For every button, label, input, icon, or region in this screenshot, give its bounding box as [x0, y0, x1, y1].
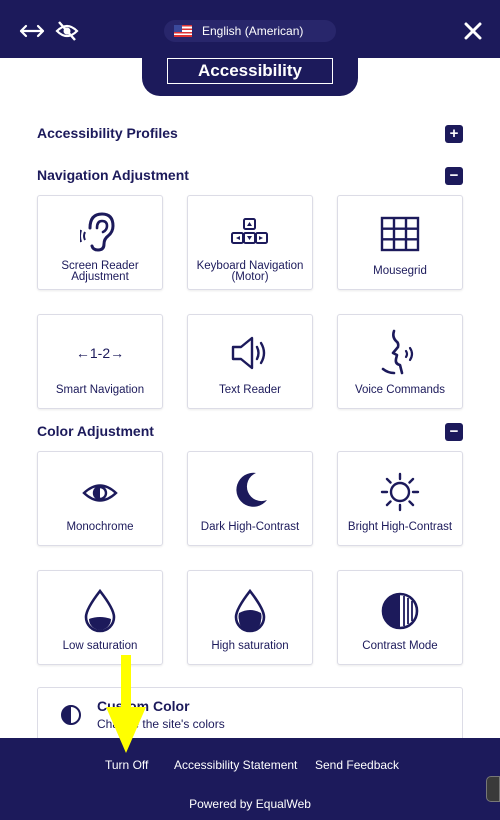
card-label: Text Reader — [218, 384, 281, 396]
card-label: Low saturation — [62, 640, 138, 652]
card-screen-reader[interactable]: Screen Reader Adjustment — [37, 195, 163, 290]
resize-arrows-icon[interactable] — [17, 16, 47, 46]
custom-color-title: Custom Color — [97, 698, 190, 714]
section-profiles-heading: Accessibility Profiles — [37, 125, 178, 141]
card-monochrome[interactable]: Monochrome — [37, 451, 163, 546]
section-navigation-heading: Navigation Adjustment — [37, 167, 189, 183]
send-feedback-link[interactable]: Send Feedback — [315, 758, 399, 772]
drop-low-icon — [38, 589, 162, 633]
turn-off-link[interactable]: Turn Off — [105, 758, 148, 772]
close-icon[interactable] — [458, 16, 488, 46]
expand-profiles-button[interactable]: + — [445, 125, 463, 143]
hide-eye-icon[interactable] — [52, 16, 82, 46]
card-keyboard-navigation[interactable]: Keyboard Navigation (Motor) — [187, 195, 313, 290]
language-selector[interactable]: English (American) — [164, 20, 336, 42]
scroll-handle[interactable] — [486, 776, 500, 802]
panel-content: Accessibility Accessibility Profiles + N… — [0, 58, 500, 738]
card-label: Monochrome — [66, 521, 134, 533]
card-text-reader[interactable]: Text Reader — [187, 314, 313, 409]
grid-icon — [338, 216, 462, 252]
accessibility-statement-link[interactable]: Accessibility Statement — [174, 758, 297, 772]
keyboard-icon — [188, 218, 312, 246]
card-contrast-mode[interactable]: Contrast Mode — [337, 570, 463, 665]
contrast-mode-icon — [338, 591, 462, 631]
card-label: Smart Navigation — [55, 384, 145, 396]
card-smart-navigation[interactable]: ←1-2→ Smart Navigation — [37, 314, 163, 409]
card-high-saturation[interactable]: High saturation — [187, 570, 313, 665]
title-tab: Accessibility — [142, 58, 358, 96]
us-flag-icon — [174, 25, 192, 37]
accessibility-panel: English (American) Accessibility Accessi… — [0, 0, 500, 820]
card-label: Keyboard Navigation (Motor) — [196, 260, 304, 283]
drop-high-icon — [188, 589, 312, 633]
sun-icon — [338, 472, 462, 512]
moon-icon — [188, 470, 312, 510]
custom-color-description: Change the site's colors — [97, 717, 225, 731]
collapse-navigation-button[interactable]: − — [445, 167, 463, 185]
page-title: Accessibility — [167, 58, 333, 84]
card-dark-high-contrast[interactable]: Dark High-Contrast — [187, 451, 313, 546]
card-label: Contrast Mode — [362, 640, 438, 652]
collapse-color-button[interactable]: − — [445, 423, 463, 441]
card-voice-commands[interactable]: Voice Commands — [337, 314, 463, 409]
voice-head-icon — [338, 329, 462, 377]
smart-navigation-icon: ←1-2→ — [75, 345, 125, 361]
card-mousegrid[interactable]: Mousegrid — [337, 195, 463, 290]
card-label: Voice Commands — [354, 384, 446, 396]
section-color-heading: Color Adjustment — [37, 423, 154, 439]
card-bright-high-contrast[interactable]: Bright High-Contrast — [337, 451, 463, 546]
panel-footer: Turn Off Accessibility Statement Send Fe… — [0, 738, 500, 820]
panel-header: English (American) — [0, 0, 500, 58]
card-custom-color[interactable]: Custom Color Change the site's colors — [37, 687, 463, 738]
card-label: High saturation — [211, 640, 289, 652]
card-low-saturation[interactable]: Low saturation — [37, 570, 163, 665]
half-circle-icon — [60, 704, 82, 731]
card-label: Dark High-Contrast — [200, 521, 300, 533]
card-label: Mousegrid — [373, 265, 427, 277]
language-label: English (American) — [202, 24, 304, 38]
card-label: Screen Reader Adjustment — [61, 260, 139, 283]
powered-by-text: Powered by EqualWeb — [189, 797, 311, 811]
ear-icon — [38, 210, 162, 254]
card-label: Bright High-Contrast — [347, 521, 453, 533]
eye-icon — [38, 480, 162, 506]
speaker-icon — [188, 335, 312, 371]
